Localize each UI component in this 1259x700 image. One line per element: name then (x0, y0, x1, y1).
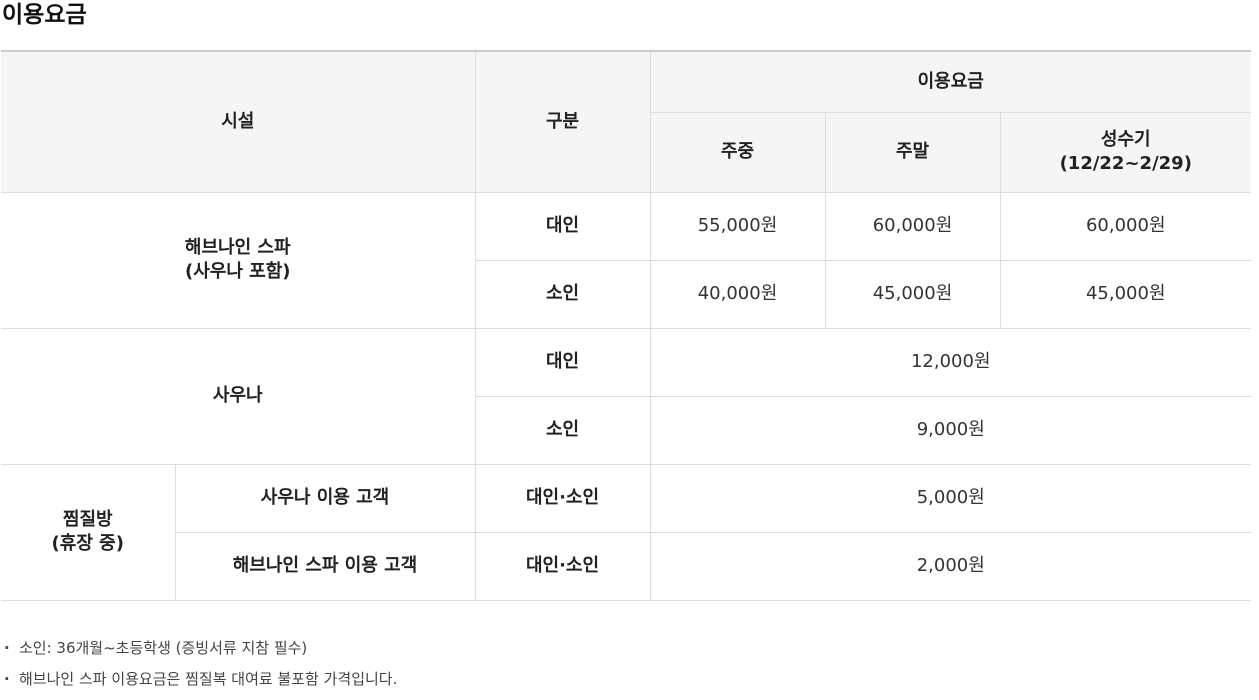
price-sauna-adult: 12,000원 (649, 327, 1251, 397)
header-peak-season-label: 성수기 (1100, 129, 1151, 150)
category-child: 소인 (475, 259, 651, 329)
price-spa-adult-peak: 60,000원 (999, 191, 1251, 261)
jjimjilbang-sauna-guest: 사우나 이용 고객 (174, 463, 476, 533)
facility-jjimjilbang-name: 찜질방 (62, 509, 113, 530)
page-title: 이용요금 (2, 2, 87, 28)
notes-list: · 소인: 36개월~초등학생 (증빙서류 지참 필수) · 해브나인 스파 이… (4, 632, 397, 694)
header-facility: 시설 (1, 50, 476, 193)
table-row: 해브나인 스파 (사우나 포함) 대인 55,000원 60,000원 60,0… (1, 191, 1251, 329)
price-spa-adult-weekend: 60,000원 (824, 191, 1001, 261)
category-adult-child: 대인·소인 (474, 531, 651, 601)
note-text: 해브나인 스파 이용요금은 찜질복 대여료 불포함 가격입니다. (19, 669, 398, 688)
jjimjilbang-spa-guest: 해브나인 스파 이용 고객 (175, 531, 476, 601)
price-sauna-child: 9,000원 (649, 395, 1251, 465)
price-spa-child-weekday: 40,000원 (649, 259, 826, 329)
facility-spa: 해브나인 스파 (사우나 포함) (1, 191, 476, 329)
price-spa-adult-weekday: 55,000원 (649, 191, 826, 261)
table-row: 사우나 대인 12,000원 (1, 327, 1251, 465)
fee-table: 시설 구분 이용요금 주중 주말 성수기 (12/22~2/29) 해브나인 스… (1, 50, 1251, 601)
table-row: 찜질방 (휴장 중) 사우나 이용 고객 대인·소인 5,000원 (1, 463, 1251, 601)
price-jjimjilbang-spa-guest: 2,000원 (649, 531, 1251, 601)
header-weekend: 주말 (824, 111, 1001, 193)
header-peak-season: 성수기 (12/22~2/29) (999, 111, 1251, 193)
note-item: · 해브나인 스파 이용요금은 찜질복 대여료 불포함 가격입니다. (4, 663, 397, 694)
bullet-icon: · (4, 669, 10, 688)
price-spa-child-weekend: 45,000원 (824, 259, 1001, 329)
category-adult: 대인 (474, 191, 651, 261)
note-item: · 소인: 36개월~초등학생 (증빙서류 지참 필수) (4, 632, 397, 663)
category-adult: 대인 (474, 327, 651, 397)
price-jjimjilbang-sauna-guest: 5,000원 (649, 463, 1251, 533)
price-spa-child-peak: 45,000원 (999, 259, 1251, 329)
table-row: 해브나인 스파 이용 고객 대인·소인 2,000원 (1, 531, 1251, 601)
category-adult-child: 대인·소인 (474, 463, 651, 533)
bullet-icon: · (4, 638, 10, 657)
facility-sauna: 사우나 (1, 327, 476, 465)
facility-spa-name: 해브나인 스파 (184, 237, 291, 258)
header-fee-group: 이용요금 (649, 50, 1251, 113)
category-child: 소인 (475, 395, 651, 465)
header-category: 구분 (474, 50, 651, 193)
header-peak-season-period: (12/22~2/29) (1059, 153, 1192, 174)
facility-spa-note: (사우나 포함) (184, 261, 291, 282)
note-text: 소인: 36개월~초등학생 (증빙서류 지참 필수) (19, 638, 308, 657)
facility-jjimjilbang: 찜질방 (휴장 중) (1, 463, 176, 601)
table-header-row: 시설 구분 이용요금 (1, 50, 1251, 193)
header-weekday: 주중 (650, 111, 826, 193)
facility-jjimjilbang-status: (휴장 중) (51, 533, 124, 554)
